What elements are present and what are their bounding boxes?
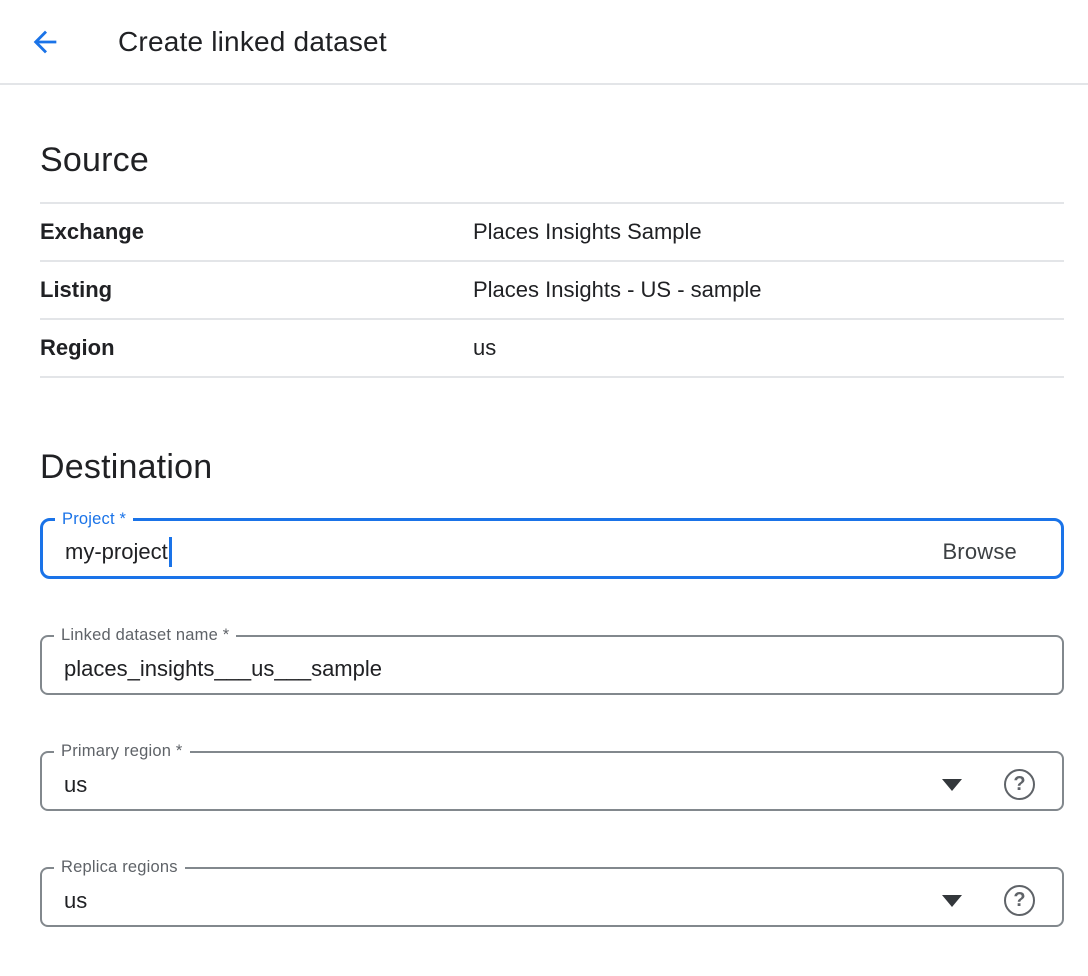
project-field[interactable]: Project * my-project Browse <box>40 511 1064 579</box>
create-linked-dataset-page: Create linked dataset Source Exchange Pl… <box>0 0 1088 976</box>
project-input-value[interactable]: my-project <box>65 539 168 565</box>
exchange-value: Places Insights Sample <box>473 219 702 245</box>
text-cursor-caret <box>169 537 172 567</box>
project-field-label: Project * <box>55 511 133 528</box>
primary-region-select[interactable]: Primary region * us ? <box>40 743 1064 811</box>
listing-value: Places Insights - US - sample <box>473 277 762 303</box>
linked-dataset-name-label: Linked dataset name * <box>54 627 236 644</box>
source-info-table: Exchange Places Insights Sample Listing … <box>40 202 1064 378</box>
dropdown-arrow-icon[interactable] <box>942 779 962 791</box>
help-icon[interactable]: ? <box>1004 885 1035 916</box>
back-button[interactable] <box>28 25 62 59</box>
browse-button[interactable]: Browse <box>942 539 1017 565</box>
page-content: Source Exchange Places Insights Sample L… <box>0 85 1088 927</box>
source-row-exchange: Exchange Places Insights Sample <box>40 204 1064 262</box>
help-icon[interactable]: ? <box>1004 769 1035 800</box>
source-row-listing: Listing Places Insights - US - sample <box>40 262 1064 320</box>
page-title: Create linked dataset <box>118 26 387 58</box>
linked-dataset-name-value[interactable]: places_insights___us___sample <box>64 656 382 682</box>
section-heading-destination: Destination <box>40 378 1064 487</box>
replica-regions-content: us ? <box>42 876 1062 925</box>
page-header: Create linked dataset <box>0 0 1088 85</box>
primary-region-value[interactable]: us <box>64 772 87 798</box>
primary-region-content: us ? <box>42 760 1062 809</box>
arrow-back-icon <box>28 25 62 59</box>
replica-regions-label: Replica regions <box>54 859 185 876</box>
project-field-content: my-project Browse <box>43 528 1061 576</box>
section-heading-source: Source <box>40 85 1064 180</box>
primary-region-label: Primary region * <box>54 743 190 760</box>
exchange-label: Exchange <box>40 219 473 245</box>
linked-dataset-name-content: places_insights___us___sample <box>42 644 1062 693</box>
dropdown-arrow-icon[interactable] <box>942 895 962 907</box>
region-label: Region <box>40 335 473 361</box>
source-row-region: Region us <box>40 320 1064 378</box>
replica-regions-select[interactable]: Replica regions us ? <box>40 859 1064 927</box>
region-value: us <box>473 335 496 361</box>
replica-regions-value[interactable]: us <box>64 888 87 914</box>
listing-label: Listing <box>40 277 473 303</box>
linked-dataset-name-field[interactable]: Linked dataset name * places_insights___… <box>40 627 1064 695</box>
